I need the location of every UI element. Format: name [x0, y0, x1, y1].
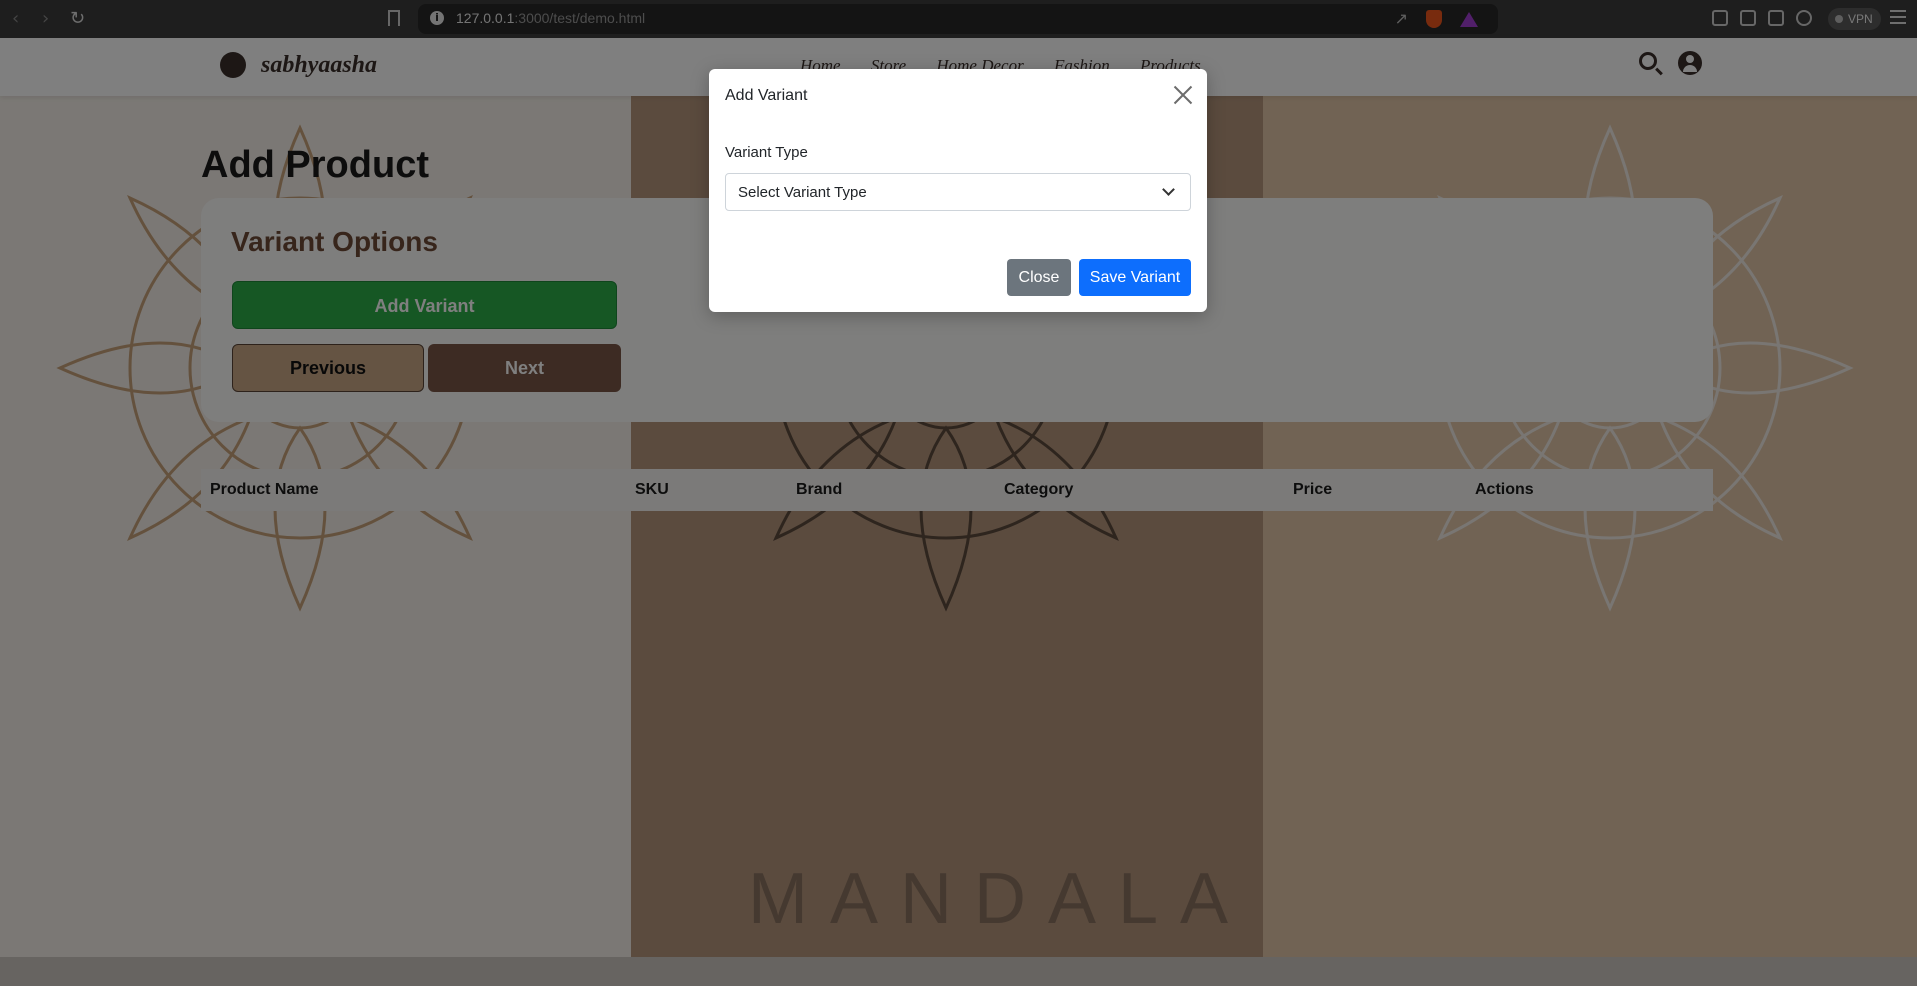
modal-title: Add Variant: [725, 87, 808, 104]
variant-type-selected-value: Select Variant Type: [738, 184, 867, 201]
close-button[interactable]: Close: [1007, 259, 1071, 296]
variant-type-select[interactable]: Select Variant Type: [725, 173, 1191, 211]
variant-type-label: Variant Type: [725, 144, 808, 161]
save-variant-button[interactable]: Save Variant: [1079, 259, 1191, 296]
add-variant-modal: Add Variant Variant Type Select Variant …: [709, 69, 1207, 312]
close-icon[interactable]: [1173, 85, 1193, 105]
chevron-down-icon: [1162, 183, 1175, 196]
